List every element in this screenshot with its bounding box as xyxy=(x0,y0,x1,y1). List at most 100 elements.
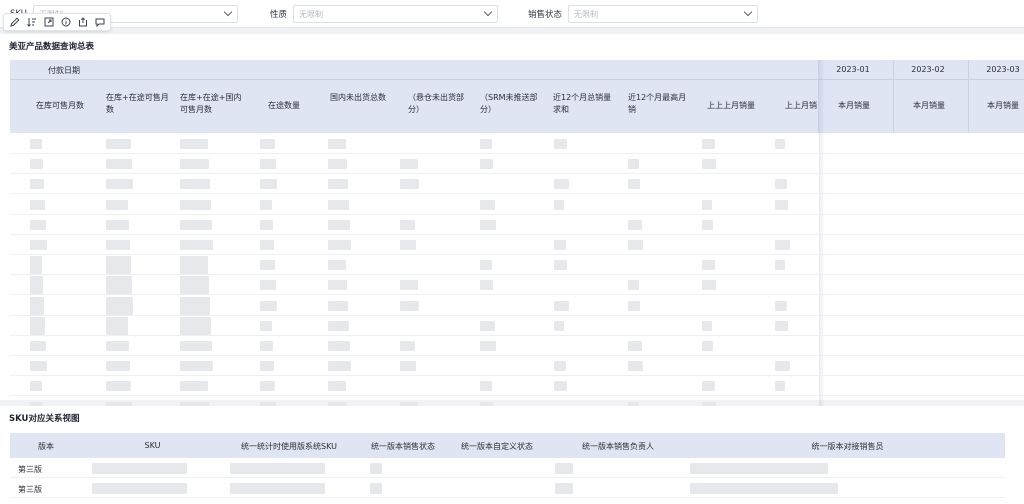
col-header[interactable]: 在途数量 xyxy=(268,100,318,112)
col-header[interactable]: 本月销量 xyxy=(987,100,1024,112)
redacted-cell xyxy=(260,179,277,190)
redacted-cell xyxy=(775,381,785,392)
sort-icon[interactable] xyxy=(26,17,37,28)
redacted-cell xyxy=(230,463,325,474)
redacted-cell xyxy=(30,199,45,210)
table-row[interactable] xyxy=(10,154,1024,175)
redacted-cell xyxy=(328,341,350,351)
sku-col-header[interactable]: 统一版本对接销售员 xyxy=(690,441,1005,452)
redacted-cell xyxy=(628,361,643,372)
sku-col-header[interactable]: 统一版本自定义状态 xyxy=(450,441,544,452)
col-header[interactable]: 本月销量 xyxy=(838,100,888,112)
redacted-cell xyxy=(30,341,46,351)
redacted-cell xyxy=(702,280,716,291)
redacted-cell xyxy=(775,199,788,210)
redacted-cell xyxy=(106,361,130,372)
redacted-cell xyxy=(702,381,715,392)
redacted-cell xyxy=(554,240,566,250)
redacted-cell xyxy=(400,240,416,250)
redacted-cell xyxy=(480,199,495,210)
col-header[interactable]: 本月销量 xyxy=(913,100,963,112)
redacted-cell xyxy=(628,179,640,190)
redacted-cell xyxy=(106,256,131,275)
redacted-cell xyxy=(260,341,273,351)
redacted-cell xyxy=(180,139,208,149)
sku-table-header: 版本 SKU 统一统计时使用版系统SKU 统一版本销售状态 统一版本自定义状态 … xyxy=(10,433,1005,458)
redacted-cell xyxy=(702,260,715,271)
redacted-cell xyxy=(328,300,348,311)
redacted-cell xyxy=(260,381,275,392)
redacted-cell xyxy=(260,240,274,250)
filter-nature: 性质 无限制 xyxy=(270,4,499,24)
table-row[interactable] xyxy=(10,255,1024,276)
sku-col-header[interactable]: 统一版本销售负责人 xyxy=(558,441,678,452)
redacted-cell xyxy=(775,300,787,311)
redacted-cell xyxy=(106,316,128,335)
redacted-cell xyxy=(400,159,418,170)
filter-sales-status-select[interactable]: 无限制 xyxy=(568,5,759,23)
sku-col-header[interactable]: 统一版本销售状态 xyxy=(358,441,448,452)
export-icon[interactable] xyxy=(77,17,88,28)
header-group-payment-date: 付款日期 xyxy=(48,66,80,75)
filter-bar: SKU 无限制 性质 无限制 销售状态 无限制 xyxy=(0,0,1024,28)
redacted-cell xyxy=(775,320,788,331)
col-header[interactable]: 近12个月总销量求和 xyxy=(553,92,619,116)
table-row[interactable] xyxy=(10,215,1024,235)
edit-icon[interactable] xyxy=(9,17,20,28)
col-header[interactable]: 上上月销 xyxy=(785,100,819,112)
comment-icon[interactable] xyxy=(94,17,105,28)
app-root: SKU 无限制 性质 无限制 销售状态 无限制 xyxy=(0,0,1024,504)
header-month: 2023-02 xyxy=(911,65,945,74)
filter-nature-select[interactable]: 无限制 xyxy=(293,5,499,23)
filter-sales-status-label: 销售状态 xyxy=(528,10,563,20)
chevron-down-icon xyxy=(743,7,753,17)
col-header[interactable]: 上上上月销量 xyxy=(707,100,773,112)
redacted-cell xyxy=(180,219,212,230)
col-header[interactable]: 国内未出货总数 xyxy=(330,92,396,104)
redacted-cell xyxy=(260,139,275,149)
col-header[interactable]: 在库+在途+国内可售月数 xyxy=(180,92,246,116)
redacted-cell xyxy=(702,159,716,170)
col-header[interactable]: 近12个月最高月销 xyxy=(628,92,694,116)
table-row[interactable] xyxy=(10,275,1024,296)
col-header[interactable]: （悬仓未出货部分） xyxy=(408,92,468,116)
chevron-down-icon xyxy=(483,7,493,17)
table-row[interactable] xyxy=(10,174,1024,195)
table-row[interactable] xyxy=(10,134,1024,154)
redacted-cell xyxy=(106,199,128,210)
redacted-cell xyxy=(554,179,569,190)
redacted-cell xyxy=(480,280,493,291)
redacted-cell xyxy=(106,296,133,315)
main-table-title: 美亚产品数据查询总表 xyxy=(9,42,95,52)
table-row[interactable] xyxy=(10,336,1024,356)
col-header[interactable]: （SRM未推送部分） xyxy=(480,92,546,116)
redacted-cell xyxy=(92,483,187,494)
col-header[interactable]: 在库+在途可售月数 xyxy=(106,92,172,116)
redacted-cell xyxy=(555,463,573,474)
info-icon[interactable] xyxy=(60,17,71,28)
redacted-cell xyxy=(260,199,272,210)
table-row[interactable] xyxy=(10,376,1024,397)
expand-icon[interactable] xyxy=(43,17,54,28)
redacted-cell xyxy=(690,483,838,494)
redacted-cell xyxy=(106,139,131,149)
table-row[interactable] xyxy=(10,316,1024,336)
sku-col-header[interactable]: 版本 xyxy=(10,441,82,452)
redacted-cell xyxy=(328,139,346,149)
sku-table-row[interactable]: 第三版 xyxy=(10,480,1005,498)
table-row[interactable] xyxy=(10,356,1024,377)
table-row[interactable] xyxy=(10,235,1024,255)
sku-col-header[interactable]: SKU xyxy=(90,441,215,450)
table-row[interactable] xyxy=(10,195,1024,215)
redacted-cell xyxy=(328,381,346,392)
col-header[interactable]: 在库可售月数 xyxy=(36,100,98,112)
redacted-cell xyxy=(400,179,419,190)
redacted-cell xyxy=(400,361,416,372)
sku-table-title: SKU对应关系视图 xyxy=(9,414,80,424)
redacted-cell xyxy=(180,240,213,250)
table-row[interactable] xyxy=(10,296,1024,316)
main-table-header: 付款日期 2023-01 2023-02 2023-03 在库可售月数 在库+在… xyxy=(10,60,1024,133)
redacted-cell xyxy=(180,199,211,210)
sku-table-row[interactable]: 第三版 xyxy=(10,460,1005,478)
sku-col-header[interactable]: 统一统计时使用版系统SKU xyxy=(225,441,353,452)
